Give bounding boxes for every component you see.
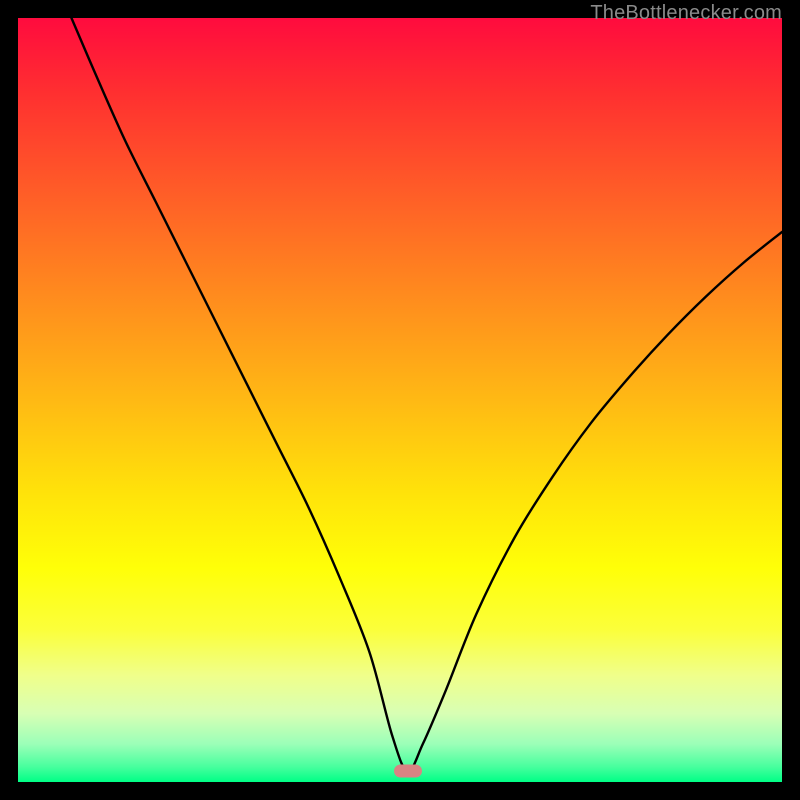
- watermark-text: TheBottlenecker.com: [590, 2, 782, 25]
- chart-frame: TheBottlenecker.com: [0, 0, 800, 800]
- optimal-point-marker: [394, 765, 422, 778]
- bottleneck-curve: [18, 18, 782, 782]
- plot-area: [18, 18, 782, 782]
